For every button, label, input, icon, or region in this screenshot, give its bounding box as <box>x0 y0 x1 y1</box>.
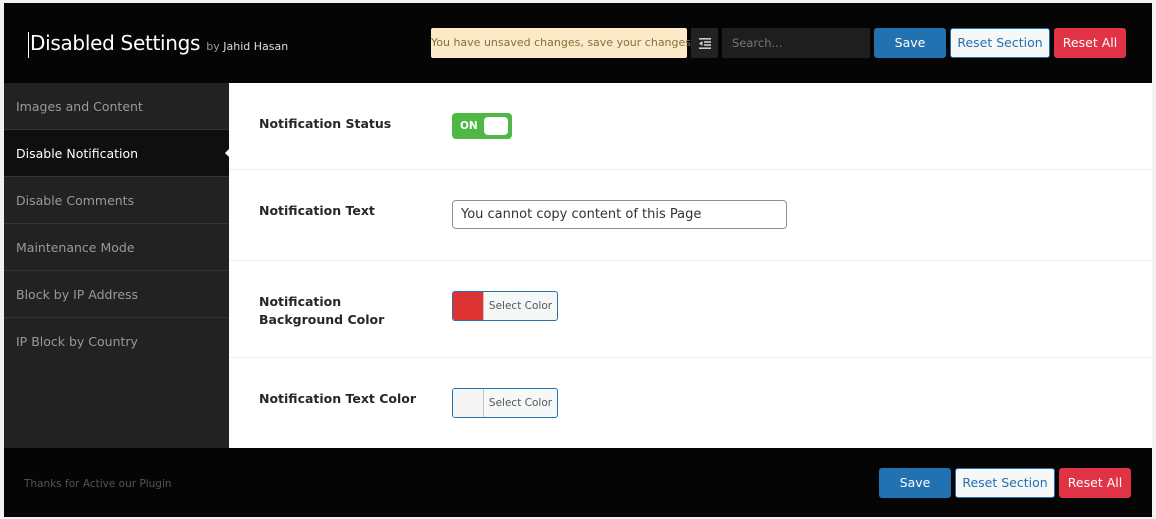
footer-thanks-text: Thanks for Active our Plugin <box>24 478 172 490</box>
sidebar-item-ip-block-by-country[interactable]: IP Block by Country <box>4 318 229 365</box>
field-label: Notification Background Color <box>259 294 385 327</box>
byline-prefix: by <box>206 40 220 53</box>
settings-content: Notification Status ON Notification Text… <box>229 83 1152 448</box>
expand-toggle-button[interactable] <box>691 28 718 58</box>
sidebar-item-disable-notification[interactable]: Disable Notification <box>4 130 230 177</box>
sidebar-nav: Images and Content Disable Notification … <box>4 83 230 448</box>
background-color-picker[interactable]: Select Color <box>452 291 558 321</box>
notification-text-input[interactable] <box>452 200 787 229</box>
reset-all-button[interactable]: Reset All <box>1054 28 1126 58</box>
footer-reset-section-button[interactable]: Reset Section <box>955 468 1055 498</box>
unsaved-changes-notice: You have unsaved changes, save your chan… <box>431 28 695 58</box>
field-label: Notification Text Color <box>259 391 417 406</box>
author-name: Jahid Hasan <box>223 40 289 53</box>
footer: Thanks for Active our Plugin Save Reset … <box>4 448 1152 517</box>
select-color-label: Select Color <box>488 300 553 312</box>
header: Disabled Settings by Jahid Hasan You hav… <box>4 3 1152 83</box>
sidebar-item-disable-comments[interactable]: Disable Comments <box>4 177 229 224</box>
byline: by Jahid Hasan <box>206 40 288 53</box>
field-notification-status: Notification Status ON <box>229 83 1152 170</box>
sidebar-item-images-and-content[interactable]: Images and Content <box>4 83 229 130</box>
color-swatch <box>453 292 484 320</box>
switch-knob <box>484 117 508 135</box>
indent-toggle-icon <box>698 34 711 53</box>
field-notification-text: Notification Text <box>229 170 1152 261</box>
field-notification-background-color: Notification Background Color Select Col… <box>229 261 1152 358</box>
search-input[interactable] <box>722 28 870 58</box>
sidebar-item-maintenance-mode[interactable]: Maintenance Mode <box>4 224 229 271</box>
switch-state-label: ON <box>460 120 478 132</box>
sidebar-item-block-by-ip-address[interactable]: Block by IP Address <box>4 271 229 318</box>
notification-status-switch[interactable]: ON <box>452 113 512 139</box>
save-button[interactable]: Save <box>874 28 946 58</box>
color-swatch <box>453 389 484 417</box>
page-title: Disabled Settings by Jahid Hasan <box>28 32 288 58</box>
settings-panel: Disabled Settings by Jahid Hasan You hav… <box>4 3 1152 517</box>
text-color-picker[interactable]: Select Color <box>452 388 558 418</box>
footer-reset-all-button[interactable]: Reset All <box>1059 468 1131 498</box>
field-label: Notification Status <box>259 116 392 131</box>
field-label: Notification Text <box>259 203 375 218</box>
reset-section-button[interactable]: Reset Section <box>950 28 1050 58</box>
field-notification-text-color: Notification Text Color Select Color <box>229 358 1152 448</box>
select-color-label: Select Color <box>488 397 553 409</box>
title-text: Disabled Settings <box>30 31 201 55</box>
footer-save-button[interactable]: Save <box>879 468 951 498</box>
